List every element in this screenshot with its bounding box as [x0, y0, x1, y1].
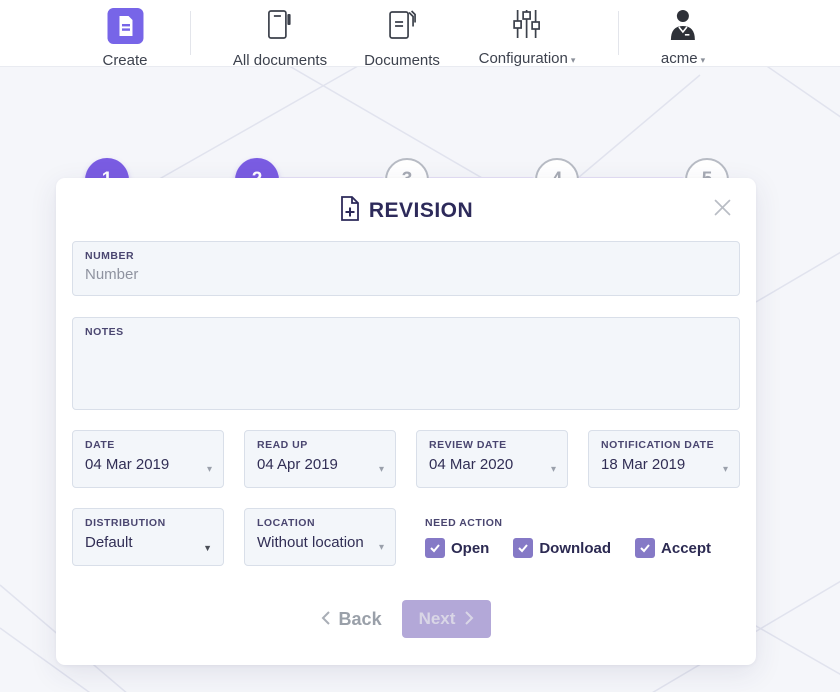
back-button[interactable]: Back	[321, 609, 382, 630]
read-up-field-label: READ UP	[257, 439, 383, 451]
number-input[interactable]	[85, 266, 727, 283]
read-up-field-value: 04 Apr 2019	[257, 456, 383, 473]
review-date-field-label: REVIEW DATE	[429, 439, 555, 451]
next-button-label: Next	[419, 609, 456, 629]
checkbox-download[interactable]: Download	[513, 538, 611, 558]
close-icon[interactable]	[711, 196, 734, 224]
review-date-field-value: 04 Mar 2020	[429, 456, 555, 473]
checkbox-accept-label[interactable]: Accept	[661, 540, 711, 557]
sliders-icon	[509, 8, 545, 47]
chevron-down-icon: ▾	[379, 542, 384, 553]
nav-item-configuration[interactable]: Configuration▾	[479, 8, 576, 67]
read-up-field[interactable]: READ UP 04 Apr 2019 ▾	[244, 430, 396, 488]
nav-divider	[190, 11, 191, 55]
nav-item-documents[interactable]: Documents	[364, 8, 440, 69]
nav-label-account: acme▾	[661, 50, 705, 67]
checkbox-open[interactable]: Open	[425, 538, 489, 558]
chevron-down-icon: ▾	[723, 464, 728, 475]
checkbox-checked-icon[interactable]	[425, 538, 445, 558]
checkbox-accept[interactable]: Accept	[635, 538, 711, 558]
notification-date-field[interactable]: NOTIFICATION DATE 18 Mar 2019 ▾	[588, 430, 740, 488]
location-select[interactable]: LOCATION Without location ▾	[244, 508, 396, 566]
nav-label-documents: Documents	[364, 52, 440, 69]
create-document-icon	[107, 8, 143, 49]
chevron-down-icon: ▾	[207, 464, 212, 475]
nav-item-create[interactable]: Create	[102, 8, 147, 69]
number-field-group[interactable]: NUMBER	[72, 241, 740, 296]
chevron-down-icon: ▾	[379, 464, 384, 475]
chevron-left-icon	[321, 610, 331, 629]
nav-label-create: Create	[102, 52, 147, 69]
notes-field-label: NOTES	[85, 326, 727, 338]
location-value: Without location	[257, 534, 383, 551]
nav-divider	[618, 11, 619, 55]
checkbox-checked-icon[interactable]	[635, 538, 655, 558]
checkbox-open-label[interactable]: Open	[451, 540, 489, 557]
select-arrow-icon: ▼	[203, 543, 212, 553]
chevron-right-icon	[464, 610, 474, 629]
number-field-label: NUMBER	[85, 250, 727, 262]
modal-buttons: Back Next	[72, 600, 740, 638]
location-label: LOCATION	[257, 517, 383, 529]
second-fields-row: DISTRIBUTION Default ▼ LOCATION Without …	[72, 508, 740, 566]
notification-date-field-label: NOTIFICATION DATE	[601, 439, 727, 451]
distribution-value: Default	[85, 534, 211, 551]
notification-date-field-value: 18 Mar 2019	[601, 456, 727, 473]
document-plus-icon	[339, 195, 361, 227]
next-button[interactable]: Next	[402, 600, 492, 638]
screen: Create All documents	[0, 0, 840, 692]
date-field-label: DATE	[85, 439, 211, 451]
documents-stack-icon	[385, 8, 419, 49]
nav-item-all-documents[interactable]: All documents	[233, 8, 327, 69]
checkbox-checked-icon[interactable]	[513, 538, 533, 558]
back-button-label: Back	[339, 609, 382, 630]
distribution-select[interactable]: DISTRIBUTION Default ▼	[72, 508, 224, 566]
distribution-label: DISTRIBUTION	[85, 517, 211, 529]
document-outline-icon	[263, 8, 297, 49]
modal-header: REVISION	[72, 178, 740, 241]
date-fields-row: DATE 04 Mar 2019 ▾ READ UP 04 Apr 2019 ▾…	[72, 430, 740, 488]
need-action-group: NEED ACTION Open Download	[425, 508, 711, 566]
top-nav: Create All documents	[0, 0, 840, 67]
wizard-stepper: 1 2 3 4 5 DOCUMENT REVISION FILES ASSIGN…	[0, 67, 840, 177]
revision-modal: REVISION NUMBER NOTES DATE 04 Mar 2019	[56, 178, 756, 665]
date-field-value: 04 Mar 2019	[85, 456, 211, 473]
chevron-down-icon: ▾	[701, 55, 706, 65]
nav-label-configuration: Configuration▾	[479, 50, 576, 67]
chevron-down-icon: ▾	[571, 55, 576, 65]
user-icon	[667, 8, 699, 47]
need-action-label: NEED ACTION	[425, 517, 711, 529]
nav-item-account[interactable]: acme▾	[661, 8, 705, 67]
notes-input[interactable]	[85, 338, 727, 396]
nav-label-all-documents: All documents	[233, 52, 327, 69]
checkbox-download-label[interactable]: Download	[539, 540, 611, 557]
review-date-field[interactable]: REVIEW DATE 04 Mar 2020 ▾	[416, 430, 568, 488]
modal-title: REVISION	[369, 199, 473, 223]
chevron-down-icon: ▾	[551, 464, 556, 475]
date-field[interactable]: DATE 04 Mar 2019 ▾	[72, 430, 224, 488]
notes-field-group[interactable]: NOTES	[72, 317, 740, 410]
